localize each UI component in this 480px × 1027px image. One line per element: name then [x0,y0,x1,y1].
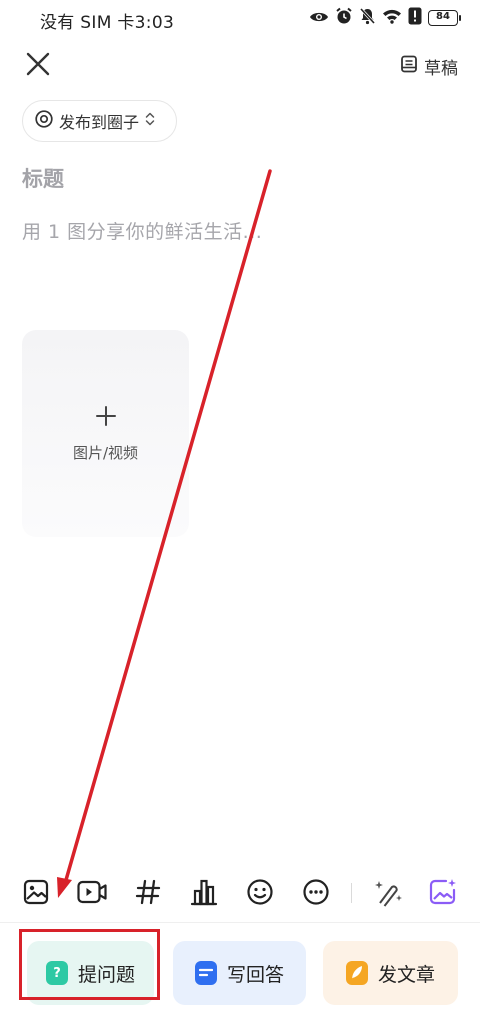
bottom-divider [0,922,480,923]
insert-image-button[interactable] [18,876,54,912]
circle-selector-label: 发布到圈子 [59,113,140,132]
post-article-button[interactable]: 发文章 [323,941,458,1005]
wifi-icon [382,8,402,28]
ask-question-button[interactable]: ? 提问题 [27,941,154,1005]
status-bar: 没有 SIM 卡3:03 84 [0,0,480,38]
hashtag-icon [134,878,162,910]
insert-emoji-button[interactable] [242,876,278,912]
ai-writing-button[interactable] [370,876,406,912]
image-icon [22,878,50,910]
insert-hashtag-button[interactable] [130,876,166,912]
draft-label: 草稿 [424,58,458,79]
eye-icon [309,9,329,28]
add-media-button[interactable]: 图片/视频 [22,330,189,537]
status-carrier-time: 没有 SIM 卡3:03 [40,13,175,33]
updown-chevron-icon [144,111,156,131]
close-icon [25,51,51,81]
answer-icon [194,961,217,985]
insert-poll-button[interactable] [186,876,222,912]
alarm-icon [335,7,353,29]
write-answer-label: 写回答 [226,963,284,986]
insert-video-button[interactable] [74,876,110,912]
feather-icon [345,961,368,985]
publish-to-circle-selector[interactable]: 发布到圈子 [22,100,177,142]
post-article-label: 发文章 [377,963,435,986]
video-icon [76,878,108,910]
battery-icon: 84 [428,10,461,26]
draft-button[interactable]: 草稿 [400,52,458,80]
more-options-button[interactable] [298,876,334,912]
ai-image-button[interactable] [425,876,461,912]
status-icons: 84 [309,7,461,29]
ai-magic-icon [372,877,404,911]
chart-icon [189,877,219,911]
alert-icon [408,7,422,29]
title-input[interactable] [22,160,458,198]
add-media-label: 图片/视频 [72,444,139,462]
draft-icon [400,55,418,78]
close-button[interactable] [20,48,56,84]
emoji-icon [246,878,274,910]
mute-icon [359,7,376,29]
body-input[interactable] [22,212,458,252]
more-icon [302,878,330,910]
ai-image-icon [428,877,458,911]
question-icon: ? [45,961,68,985]
circle-target-icon [34,109,54,133]
toolbar-divider [351,883,352,903]
ask-question-label: 提问题 [77,963,135,986]
plus-icon [94,404,118,434]
editor-toolbar [0,870,480,918]
write-answer-button[interactable]: 写回答 [173,941,306,1005]
